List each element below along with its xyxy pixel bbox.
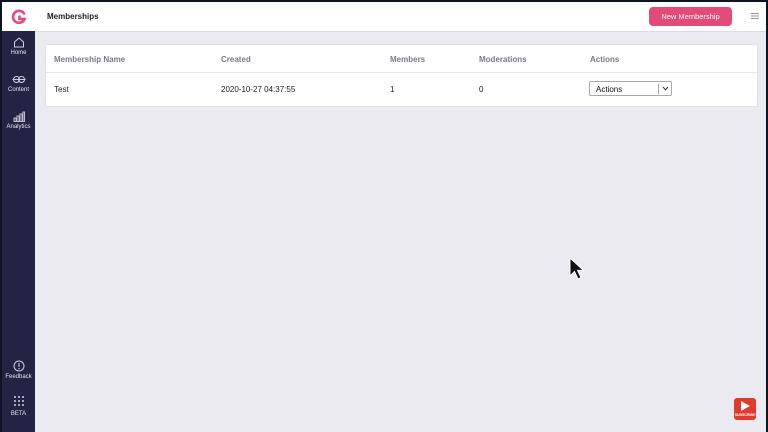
sidebar-item-feedback[interactable]: Feedback xyxy=(2,360,35,380)
column-header-moderations: Moderations xyxy=(479,55,527,64)
chevron-down-icon xyxy=(662,86,669,91)
sidebar-item-home[interactable]: Home xyxy=(2,37,35,56)
sidebar: Home Content Analytics Feedback BETA xyxy=(2,2,35,432)
home-icon xyxy=(13,37,24,48)
sidebar-item-label: Analytics xyxy=(6,124,31,130)
actions-dropdown[interactable]: Actions xyxy=(589,81,672,96)
header-divider xyxy=(46,72,757,73)
subscribe-label: SUBSCRIBE xyxy=(734,413,756,417)
brand-logo[interactable] xyxy=(2,2,35,31)
subscribe-watermark: SUBSCRIBE xyxy=(734,398,756,420)
sidebar-item-analytics[interactable]: Analytics xyxy=(2,111,35,130)
moderations-cell: 0 xyxy=(479,85,484,94)
created-cell: 2020-10-27 04:37:55 xyxy=(221,85,296,94)
memberships-table: Membership Name Created Members Moderati… xyxy=(45,44,758,107)
column-header-created: Created xyxy=(221,55,251,64)
dropdown-divider xyxy=(658,84,659,94)
analytics-icon xyxy=(13,111,25,122)
membership-name-cell[interactable]: Test xyxy=(54,85,69,94)
new-membership-button[interactable]: New Membership xyxy=(649,7,732,26)
column-header-actions: Actions xyxy=(590,55,620,64)
page-title: Memberships xyxy=(47,12,99,21)
actions-dropdown-label: Actions xyxy=(596,85,623,94)
apps-grid-icon xyxy=(13,396,24,406)
sidebar-item-beta[interactable]: BETA xyxy=(2,395,35,417)
sidebar-item-label: Content xyxy=(7,87,29,93)
sidebar-item-label: Feedback xyxy=(5,374,32,380)
sidebar-item-label: BETA xyxy=(10,411,27,417)
top-bar: Memberships New Membership xyxy=(35,2,766,32)
column-header-members: Members xyxy=(390,55,426,64)
sidebar-item-label: Home xyxy=(10,50,27,56)
feedback-icon xyxy=(13,360,24,372)
brand-logo-icon xyxy=(11,9,27,24)
sidebar-item-content[interactable]: Content xyxy=(2,74,35,93)
column-header-name: Membership Name xyxy=(54,55,126,64)
mouse-cursor-icon xyxy=(569,257,585,280)
members-cell: 1 xyxy=(390,85,395,94)
app-window: Home Content Analytics Feedback BETA Mem… xyxy=(2,2,766,432)
content-icon xyxy=(12,76,25,83)
hamburger-menu-icon[interactable] xyxy=(751,12,759,20)
